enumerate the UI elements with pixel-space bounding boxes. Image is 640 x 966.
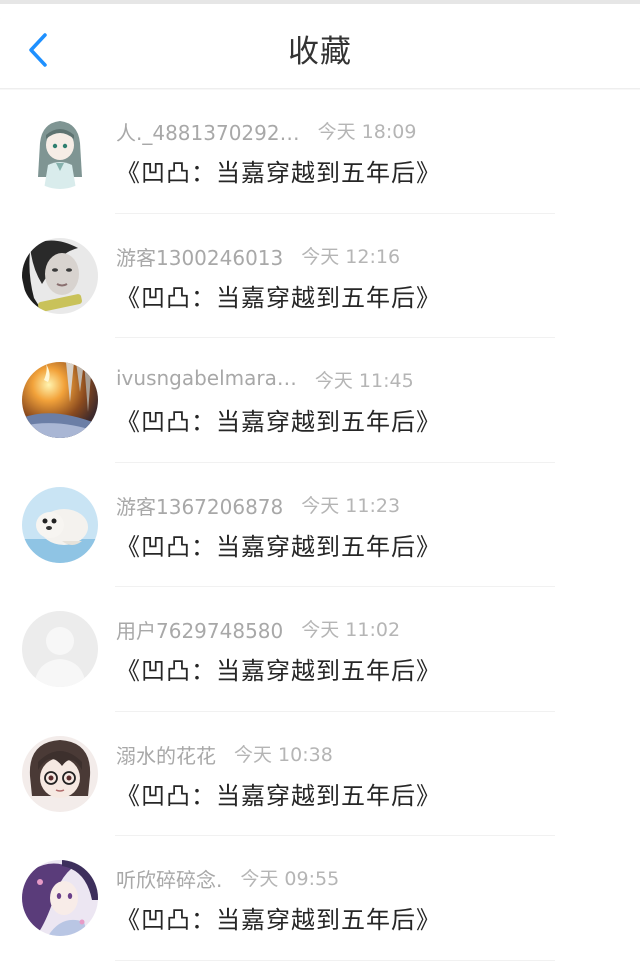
timestamp: 今天 11:23 [301,494,401,517]
meta-line: 人._4881370292… 今天 18:09 [116,117,416,147]
page-title: 收藏 [288,34,352,70]
timestamp: 今天 09:55 [240,868,340,890]
anime-girl-avatar[interactable] [22,113,98,189]
list-item[interactable]: 用户7629748580 今天 11:02 《凹凸：当嘉穿越到五年后》 [0,587,640,712]
photo-girl-avatar[interactable] [22,237,98,314]
username[interactable]: 人._4881370292… [116,117,300,146]
username[interactable]: 游客1367206878 [116,491,283,520]
list-item[interactable]: 溺水的花花 今天 10:38 《凹凸：当嘉穿越到五年后》 [0,712,640,836]
anime-glasses-avatar[interactable] [22,735,98,812]
chevron-left-icon [29,33,47,67]
meta-line: 用户7629748580 今天 11:02 [116,615,400,645]
list-item[interactable]: 游客1367206878 今天 11:23 《凹凸：当嘉穿越到五年后》 [0,463,640,587]
username[interactable]: ivusngabelmara… [116,366,297,390]
list-item[interactable]: ivusngabelmara… 今天 11:45 《凹凸：当嘉穿越到五年后》 [0,338,640,463]
username[interactable]: 溺水的花花 [116,740,216,769]
meta-line: 听欣碎碎念. 今天 09:55 [116,864,339,894]
timestamp: 今天 12:16 [301,245,401,268]
anime-purple-avatar[interactable] [22,860,98,936]
timestamp: 今天 10:38 [234,743,333,766]
candle-ice-avatar[interactable] [22,362,98,438]
list-item[interactable]: 人._4881370292… 今天 18:09 《凹凸：当嘉穿越到五年后》 [0,89,640,214]
book-title[interactable]: 《凹凸：当嘉穿越到五年后》 [116,153,441,188]
book-title[interactable]: 《凹凸：当嘉穿越到五年后》 [116,651,441,686]
timestamp: 今天 11:02 [301,619,401,641]
meta-line: 溺水的花花 今天 10:38 [116,740,333,770]
divider [115,959,555,961]
timestamp: 今天 11:45 [314,370,414,392]
timestamp: 今天 18:09 [317,121,417,143]
nav-header: 收藏 [0,4,640,89]
book-title[interactable]: 《凹凸：当嘉穿越到五年后》 [116,527,441,562]
meta-line: 游客1367206878 今天 11:23 [116,491,400,521]
seal-avatar[interactable] [22,486,98,563]
meta-line: ivusngabelmara… 今天 11:45 [116,366,414,396]
default-avatar[interactable] [22,611,98,687]
back-button[interactable] [18,28,58,72]
book-title[interactable]: 《凹凸：当嘉穿越到五年后》 [116,402,441,437]
username[interactable]: 游客1300246013 [116,242,283,271]
book-title[interactable]: 《凹凸：当嘉穿越到五年后》 [116,776,441,811]
book-title[interactable]: 《凹凸：当嘉穿越到五年后》 [116,900,441,935]
username[interactable]: 用户7629748580 [116,615,283,644]
list-item[interactable]: 听欣碎碎念. 今天 09:55 《凹凸：当嘉穿越到五年后》 [0,836,640,961]
username[interactable]: 听欣碎碎念. [116,864,222,893]
list-item[interactable]: 游客1300246013 今天 12:16 《凹凸：当嘉穿越到五年后》 [0,214,640,338]
book-title[interactable]: 《凹凸：当嘉穿越到五年后》 [116,278,441,313]
favorites-list: 人._4881370292… 今天 18:09 《凹凸：当嘉穿越到五年后》 游客1… [0,89,640,961]
meta-line: 游客1300246013 今天 12:16 [116,242,400,272]
